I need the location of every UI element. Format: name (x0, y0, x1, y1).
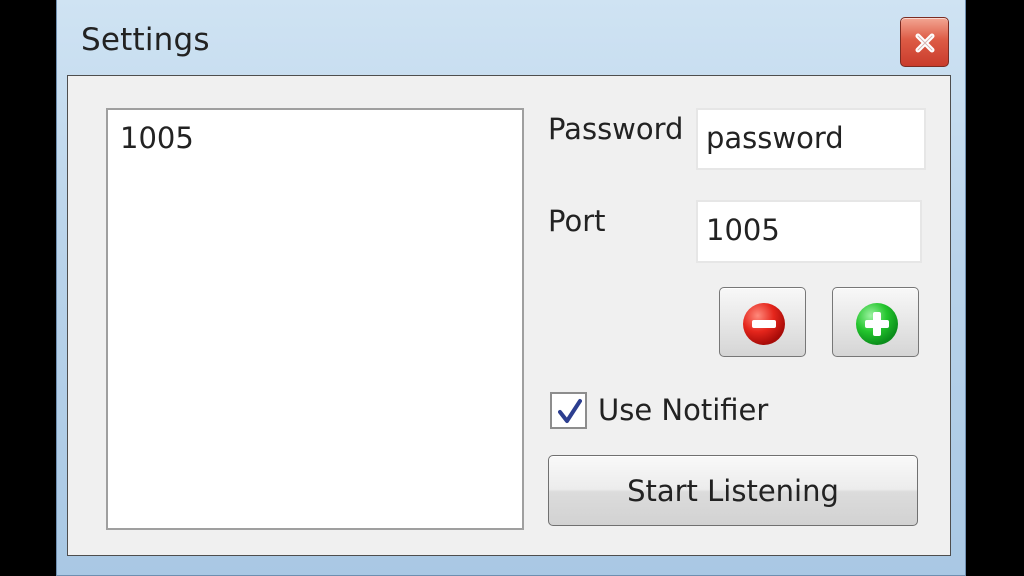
checkmark-icon (558, 399, 582, 423)
checkbox[interactable] (550, 392, 587, 429)
window-title: Settings (81, 22, 210, 58)
use-notifier-checkbox[interactable]: Use Notifier (550, 390, 800, 432)
title-bar[interactable]: Settings (57, 0, 965, 74)
settings-dialog: 1005 Password password Port 1005 Use Not… (67, 75, 951, 556)
use-notifier-label: Use Notifier (598, 393, 769, 427)
server-list[interactable]: 1005 (106, 108, 524, 530)
port-field[interactable]: 1005 (696, 200, 922, 263)
password-field[interactable]: password (696, 108, 926, 170)
remove-button[interactable] (719, 287, 806, 357)
password-label: Password (548, 112, 684, 146)
start-listening-button[interactable]: Start Listening (548, 455, 918, 526)
screen: Settings 1005 Password password Port 100… (0, 0, 1024, 576)
add-icon (856, 303, 898, 345)
remove-icon (743, 303, 785, 345)
settings-window: Settings 1005 Password password Port 100… (56, 0, 966, 576)
close-button[interactable] (900, 17, 949, 67)
list-item[interactable]: 1005 (120, 120, 194, 156)
add-button[interactable] (832, 287, 919, 357)
port-label: Port (548, 204, 606, 238)
close-icon (915, 33, 935, 53)
